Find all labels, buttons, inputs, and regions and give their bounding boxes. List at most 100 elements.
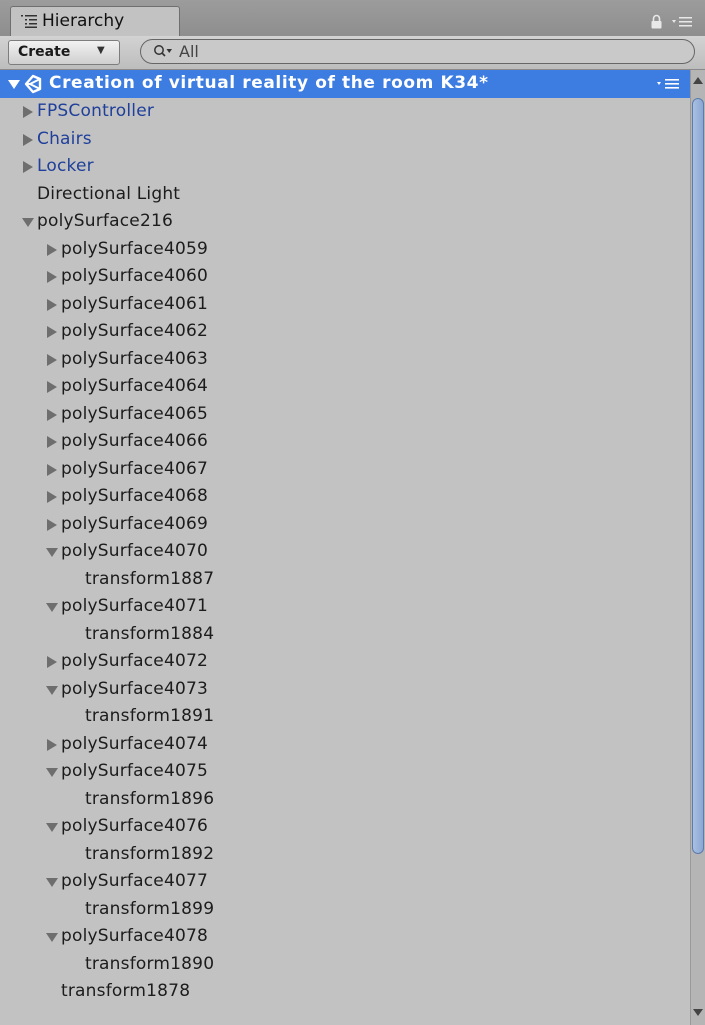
- search-input[interactable]: [179, 41, 679, 62]
- expanded-arrow-icon[interactable]: [22, 216, 34, 228]
- tree-row[interactable]: polySurface4075: [0, 758, 690, 786]
- scrollbar-thumb[interactable]: [692, 98, 704, 854]
- collapsed-arrow-icon[interactable]: [46, 271, 58, 283]
- tree-row[interactable]: polySurface216: [0, 208, 690, 236]
- collapsed-arrow-icon[interactable]: [46, 408, 58, 421]
- tree-row[interactable]: polySurface4063: [0, 346, 690, 374]
- collapsed-arrow-icon[interactable]: [22, 133, 34, 146]
- tree-item-label: polySurface4069: [61, 513, 209, 534]
- collapsed-arrow-icon[interactable]: [46, 738, 58, 751]
- tree-item-label: polySurface4063: [61, 348, 209, 369]
- tree-item-label: polySurface4074: [61, 733, 209, 754]
- tree-item-label: Chairs: [37, 128, 92, 149]
- collapsed-arrow-icon[interactable]: [46, 353, 58, 366]
- collapsed-arrow-icon[interactable]: [22, 161, 34, 173]
- tree-row[interactable]: transform1878: [0, 978, 690, 1006]
- tree-row[interactable]: polySurface4071: [0, 593, 690, 621]
- tree-row[interactable]: Directional Light: [0, 181, 690, 209]
- tree-row[interactable]: transform1899: [0, 896, 690, 924]
- tree-row[interactable]: polySurface4066: [0, 428, 690, 456]
- scroll-up-arrow-icon[interactable]: [693, 76, 703, 86]
- tree-row[interactable]: polySurface4074: [0, 731, 690, 759]
- tree-item-label: transform1891: [85, 706, 215, 726]
- tree-row[interactable]: polySurface4078: [0, 923, 690, 951]
- tree-row[interactable]: transform1884: [0, 621, 690, 649]
- tree-item-label: transform1899: [85, 898, 215, 919]
- tree-row[interactable]: transform1896: [0, 786, 690, 814]
- collapsed-arrow-icon[interactable]: [46, 243, 58, 256]
- vertical-scrollbar[interactable]: [690, 70, 705, 1025]
- tree-row[interactable]: polySurface4073: [0, 676, 690, 704]
- tree-item-label: polySurface4078: [61, 926, 209, 946]
- collapsed-arrow-icon[interactable]: [46, 436, 58, 448]
- expanded-arrow-icon[interactable]: [46, 766, 58, 778]
- tree-item-label: Directional Light: [37, 183, 181, 204]
- lock-icon[interactable]: [650, 14, 663, 29]
- collapsed-arrow-icon[interactable]: [22, 106, 34, 118]
- scene-row[interactable]: Creation of virtual reality of the room …: [0, 70, 690, 98]
- tree-row[interactable]: polySurface4065: [0, 401, 690, 429]
- tree-item-label: polySurface4061: [61, 293, 209, 314]
- tree-row[interactable]: polySurface4067: [0, 456, 690, 484]
- collapsed-arrow-icon[interactable]: [46, 298, 58, 311]
- tree-row[interactable]: polySurface4059: [0, 236, 690, 264]
- tree-row[interactable]: transform1890: [0, 951, 690, 979]
- collapsed-arrow-icon[interactable]: [46, 381, 58, 393]
- tree-item-label: polySurface4059: [61, 238, 209, 259]
- tree-item-label: transform1896: [85, 788, 215, 809]
- tab-hierarchy[interactable]: Hierarchy: [10, 6, 180, 36]
- scene-title: Creation of virtual reality of the room …: [49, 73, 489, 93]
- tree-row[interactable]: polySurface4076: [0, 813, 690, 841]
- tree-row[interactable]: Locker: [0, 153, 690, 181]
- expanded-arrow-icon[interactable]: [46, 876, 58, 888]
- tree-row[interactable]: transform1892: [0, 841, 690, 869]
- panel-menu-icon[interactable]: [672, 16, 692, 28]
- scroll-down-arrow-icon[interactable]: [693, 1007, 703, 1017]
- tree-row[interactable]: polySurface4062: [0, 318, 690, 346]
- search-icon[interactable]: [153, 44, 173, 60]
- tree-item-label: transform1878: [61, 981, 191, 1001]
- tree-item-label: FPSController: [37, 101, 155, 121]
- expanded-arrow-icon[interactable]: [8, 78, 20, 90]
- tree-row[interactable]: polySurface4077: [0, 868, 690, 896]
- tree-item-label: Locker: [37, 156, 94, 176]
- tree-item-label: polySurface4066: [61, 431, 209, 451]
- tree-item-label: polySurface4062: [61, 321, 209, 341]
- hierarchy-tree: FPSController Chairs Locker Directional Lig…: [0, 70, 690, 1025]
- tab-strip: Hierarchy: [0, 0, 705, 36]
- tree-row[interactable]: polySurface4070: [0, 538, 690, 566]
- tree-item-label: polySurface4064: [61, 376, 209, 396]
- expanded-arrow-icon[interactable]: [46, 546, 58, 558]
- tree-row[interactable]: polySurface4069: [0, 511, 690, 539]
- collapsed-arrow-icon[interactable]: [46, 326, 58, 338]
- collapsed-arrow-icon[interactable]: [46, 656, 58, 668]
- tree-item-label: polySurface4073: [61, 678, 209, 699]
- collapsed-arrow-icon[interactable]: [46, 518, 58, 531]
- tree-row[interactable]: FPSController: [0, 98, 690, 126]
- expanded-arrow-icon[interactable]: [46, 601, 58, 613]
- collapsed-arrow-icon[interactable]: [46, 491, 58, 503]
- chevron-down-icon: ▼: [97, 45, 105, 56]
- tree-item-label: polySurface4070: [61, 541, 209, 561]
- tree-row[interactable]: polySurface4072: [0, 648, 690, 676]
- tree-row[interactable]: polySurface4064: [0, 373, 690, 401]
- hierarchy-list-icon: [21, 15, 37, 28]
- tree-row[interactable]: polySurface4060: [0, 263, 690, 291]
- create-button[interactable]: Create ▼: [8, 40, 120, 65]
- unity-logo-icon: [24, 74, 42, 94]
- tree-row[interactable]: Chairs: [0, 126, 690, 154]
- collapsed-arrow-icon[interactable]: [46, 463, 58, 476]
- expanded-arrow-icon[interactable]: [46, 821, 58, 833]
- tree-row[interactable]: polySurface4068: [0, 483, 690, 511]
- tree-row[interactable]: transform1891: [0, 703, 690, 731]
- tree-row[interactable]: polySurface4061: [0, 291, 690, 319]
- scene-menu-icon[interactable]: [657, 78, 679, 90]
- hierarchy-window: Hierarchy Create ▼ FPSControllerChairsLo: [0, 0, 705, 1025]
- tree-item-label: transform1890: [85, 953, 215, 974]
- tree-item-label: transform1887: [85, 568, 215, 589]
- expanded-arrow-icon[interactable]: [46, 931, 58, 943]
- create-button-label: Create: [18, 44, 71, 60]
- expanded-arrow-icon[interactable]: [46, 684, 58, 696]
- tree-row[interactable]: transform1887: [0, 566, 690, 594]
- search-box[interactable]: [140, 39, 695, 64]
